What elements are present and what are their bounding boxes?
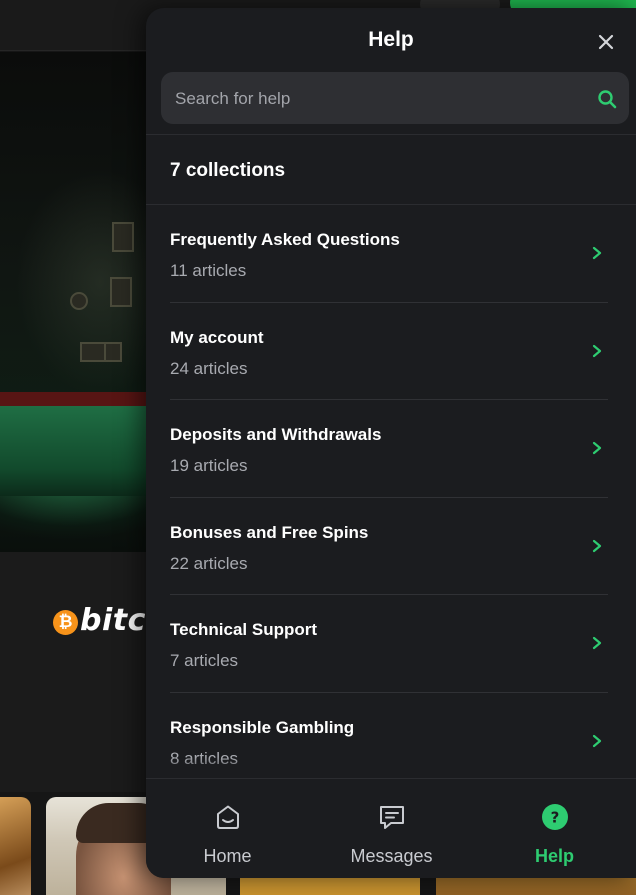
collection-item-responsible-gambling[interactable]: Responsible Gambling 8 articles [170,693,608,780]
home-icon [216,805,239,829]
wall-frame [110,277,132,307]
close-button[interactable] [594,30,618,54]
collection-count: 19 articles [170,456,248,475]
tab-home[interactable]: Home [146,779,309,878]
chevron-right-icon [592,636,602,650]
collection-item-deposits-withdrawals[interactable]: Deposits and Withdrawals 19 articles [170,400,608,498]
svg-text:?: ? [550,809,559,827]
collection-title: Technical Support [170,620,318,639]
collection-title: Deposits and Withdrawals [170,425,382,444]
bottom-tab-bar: Home Messages ? Help [146,778,636,878]
help-title: Help [368,28,414,51]
collection-count: 8 articles [170,748,239,768]
wall-clock [70,292,88,310]
page: ₿ bitco Help 7 collections [0,0,636,895]
wall-frame [80,342,106,362]
search-input[interactable] [173,72,577,126]
tab-label: Help [534,846,574,866]
tab-messages[interactable]: Messages [310,779,473,878]
collection-count: 7 articles [170,651,239,670]
help-icon: ? [541,804,568,830]
search-icon[interactable] [597,89,617,109]
collection-title: Bonuses and Free Spins [170,522,369,542]
chevron-right-icon [592,441,602,455]
collection-item-faq[interactable]: Frequently Asked Questions 11 articles [170,205,608,303]
tab-help[interactable]: ? Help [473,779,636,878]
tab-label: Home [203,846,252,866]
search-box [161,72,629,126]
chevron-right-icon [592,246,602,260]
collection-count: 22 articles [170,553,248,573]
help-panel: Help 7 collections Frequently Asked Ques… [146,8,636,878]
collections-heading: 7 collections [170,160,286,181]
messages-icon [379,806,404,829]
chevron-right-icon [592,539,602,552]
collection-count: 24 articles [170,358,248,378]
collection-title: Frequently Asked Questions [170,230,400,249]
collection-count: 11 articles [170,261,247,280]
collection-title: My account [170,327,264,347]
wall-frame [112,222,134,252]
chevron-right-icon [592,344,602,357]
bitcoin-logo-icon: ₿ [53,610,78,635]
collections-list: Frequently Asked Questions 11 articles M… [170,205,608,779]
close-icon [598,34,614,50]
collection-item-my-account[interactable]: My account 24 articles [170,303,608,400]
collection-item-technical-support[interactable]: Technical Support 7 articles [170,595,608,693]
collection-item-bonuses-free-spins[interactable]: Bonuses and Free Spins 22 articles [170,498,608,595]
help-header: Help [146,8,636,135]
tab-label: Messages [350,846,433,866]
wall-frame [104,342,122,362]
collection-title: Responsible Gambling [170,717,355,737]
game-thumbnail[interactable] [0,797,31,895]
chevron-right-icon [592,734,602,747]
